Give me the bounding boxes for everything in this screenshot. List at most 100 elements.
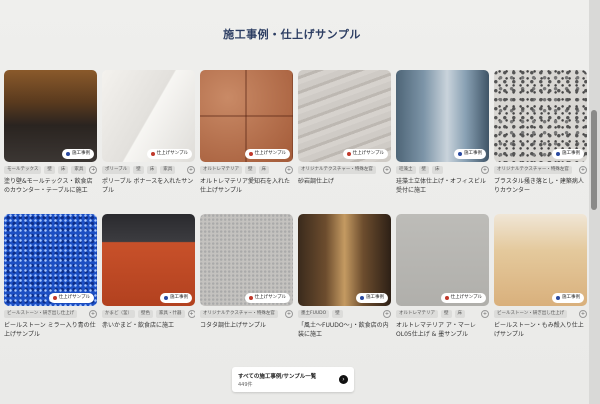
case-thumbnail[interactable]: 仕上げサンプル bbox=[102, 70, 195, 162]
case-thumbnail[interactable]: 仕上げサンプル bbox=[4, 214, 97, 306]
case-caption[interactable]: ビールストーン ミラー入り青の仕上げサンプル bbox=[4, 321, 97, 339]
badge-dot-icon bbox=[150, 152, 155, 156]
page-background bbox=[0, 0, 600, 404]
more-tags-icon[interactable]: + bbox=[579, 310, 587, 318]
case-type-badge: 仕上げサンプル bbox=[244, 293, 290, 303]
more-tags-icon[interactable]: + bbox=[89, 310, 97, 318]
case-card[interactable]: 施工事例ビールストーン・研ぎ出し仕上げ + ビールストーン・もみ殻入り仕上げサンプル bbox=[494, 214, 587, 339]
case-thumbnail[interactable]: 仕上げサンプル bbox=[298, 70, 391, 162]
case-caption[interactable]: 砂岩調仕上げ bbox=[298, 177, 391, 195]
tag[interactable]: 壁 bbox=[133, 166, 144, 174]
more-tags-icon[interactable]: + bbox=[481, 310, 489, 318]
tag[interactable]: 壁色 bbox=[138, 310, 153, 318]
case-type-badge: 仕上げサンプル bbox=[146, 149, 192, 159]
case-card[interactable]: 施工事例墨土FUUDO 壁 + 「風土〜FUUDO〜」・飲食店の内装に施工 bbox=[298, 214, 391, 339]
case-caption[interactable]: オルトレマテリア愛知石を入れた仕上げサンプル bbox=[200, 177, 293, 195]
tag[interactable]: 壁 bbox=[332, 310, 343, 318]
tag[interactable]: 壁 bbox=[245, 166, 256, 174]
case-thumbnail[interactable]: 施工事例 bbox=[4, 70, 97, 162]
tag[interactable]: ポリーブル bbox=[102, 166, 131, 174]
more-tags-icon[interactable]: + bbox=[285, 166, 293, 174]
tag[interactable]: オルトレマテリア bbox=[396, 310, 438, 318]
tag[interactable]: 家具・什器 bbox=[156, 310, 185, 318]
tag[interactable]: 壁 bbox=[418, 166, 429, 174]
case-caption[interactable]: コタタ調仕上げサンプル bbox=[200, 321, 293, 339]
tag[interactable]: 墨土FUUDO bbox=[298, 310, 330, 318]
tag[interactable]: 床 bbox=[57, 166, 69, 174]
case-thumbnail[interactable]: 施工事例 bbox=[298, 214, 391, 306]
tag[interactable]: オリジナルテクスチャー・特殊左官 bbox=[298, 166, 376, 174]
more-tags-icon[interactable]: + bbox=[89, 166, 97, 174]
tag[interactable]: 床 bbox=[432, 166, 443, 174]
tag[interactable]: ビールストーン・研ぎ出し仕上げ bbox=[4, 310, 78, 318]
badge-dot-icon bbox=[360, 296, 364, 300]
case-card[interactable]: 施工事例オリジナルテクスチャー・特殊左官 + ブラスタル掻き落とし・建築病人りカウン… bbox=[494, 70, 587, 195]
badge-label: 仕上げサンプル bbox=[254, 151, 286, 156]
tag[interactable]: 珪藻土 bbox=[396, 166, 416, 174]
tag[interactable]: 床 bbox=[146, 166, 158, 174]
case-type-badge: 施工事例 bbox=[552, 149, 584, 159]
tag[interactable]: オルトレマテリア bbox=[200, 166, 242, 174]
case-caption[interactable]: ブラスタル掻き落とし・建築病人りカウンター bbox=[494, 177, 587, 195]
tag[interactable]: 床 bbox=[258, 166, 269, 174]
case-thumbnail[interactable]: 施工事例 bbox=[494, 214, 587, 306]
badge-dot-icon bbox=[556, 152, 560, 156]
badge-label: 仕上げサンプル bbox=[254, 295, 286, 300]
tag[interactable]: オリジナルテクスチャー・特殊左官 bbox=[494, 166, 572, 174]
tag[interactable]: ビールストーン・研ぎ出し仕上げ bbox=[494, 310, 568, 318]
tag[interactable]: 床 bbox=[454, 310, 465, 318]
badge-dot-icon bbox=[458, 152, 462, 156]
case-type-badge: 仕上げサンプル bbox=[48, 293, 94, 303]
case-caption[interactable]: ポリーブル ボナースを入れたサンプル bbox=[102, 177, 195, 195]
case-caption[interactable]: 塗り壁&モールテックス・飲食店のカウンター・テーブルに施工 bbox=[4, 177, 97, 195]
more-tags-icon[interactable]: + bbox=[187, 166, 195, 174]
case-thumbnail[interactable]: 施工事例 bbox=[102, 214, 195, 306]
case-card[interactable]: 仕上げサンプルビールストーン・研ぎ出し仕上げ + ビールストーン ミラー入り青の仕上… bbox=[4, 214, 97, 339]
case-card[interactable]: 仕上げサンプルオリジナルテクスチャー・特殊左官 + 砂岩調仕上げ bbox=[298, 70, 391, 195]
case-caption[interactable]: ビールストーン・もみ殻入り仕上げサンプル bbox=[494, 321, 587, 339]
tag[interactable]: 家具 bbox=[71, 166, 87, 174]
badge-label: 仕上げサンプル bbox=[156, 151, 188, 156]
case-thumbnail[interactable]: 施工事例 bbox=[494, 70, 587, 162]
badge-dot-icon bbox=[66, 152, 70, 156]
tag-list: かまど（釜） 壁色 家具・什器 + bbox=[102, 310, 195, 318]
case-caption[interactable]: 珪藻土立体仕上げ・オフィスビル受付に施工 bbox=[396, 177, 489, 195]
case-thumbnail[interactable]: 仕上げサンプル bbox=[200, 214, 293, 306]
tag[interactable]: 家具 bbox=[160, 166, 176, 174]
case-type-badge: 施工事例 bbox=[552, 293, 584, 303]
tag[interactable]: 壁 bbox=[44, 166, 55, 174]
tag-list: オルトレマテリア壁床 + bbox=[396, 310, 489, 318]
tag[interactable]: 壁 bbox=[441, 310, 452, 318]
tag-list: モールテックス壁床家具 + bbox=[4, 166, 97, 174]
badge-dot-icon bbox=[248, 296, 253, 300]
badge-label: 施工事例 bbox=[72, 151, 90, 156]
tag[interactable]: オリジナルテクスチャー・特殊左官 bbox=[200, 310, 278, 318]
more-tags-icon[interactable]: + bbox=[383, 166, 391, 174]
tag[interactable]: かまど（釜） bbox=[102, 310, 135, 318]
case-caption[interactable]: オルトレマテリア ア・マーレOL05仕上げ & 墨サンプル bbox=[396, 321, 489, 339]
more-tags-icon[interactable]: + bbox=[383, 310, 391, 318]
badge-label: 施工事例 bbox=[562, 151, 580, 156]
case-card[interactable]: 施工事例モールテックス壁床家具 + 塗り壁&モールテックス・飲食店のカウンター・テー… bbox=[4, 70, 97, 195]
case-thumbnail[interactable]: 施工事例 bbox=[396, 70, 489, 162]
more-tags-icon[interactable]: + bbox=[187, 310, 195, 318]
case-card[interactable]: 仕上げサンプルポリーブル壁床家具 + ポリーブル ボナースを入れたサンプル bbox=[102, 70, 195, 195]
all-cases-button[interactable]: すべての施工事例/サンプル一覧 449件 › bbox=[232, 367, 354, 392]
case-thumbnail[interactable]: 仕上げサンプル bbox=[396, 214, 489, 306]
scrollbar[interactable] bbox=[589, 0, 600, 404]
case-thumbnail[interactable]: 仕上げサンプル bbox=[200, 70, 293, 162]
badge-label: 施工事例 bbox=[170, 295, 188, 300]
tag[interactable]: モールテックス bbox=[4, 166, 42, 174]
case-card[interactable]: 仕上げサンプルオルトレマテリア壁床 + オルトレマテリア ア・マーレOL05仕上げ … bbox=[396, 214, 489, 339]
badge-dot-icon bbox=[346, 152, 351, 156]
case-caption[interactable]: 「風土〜FUUDO〜」・飲食店の内装に施工 bbox=[298, 321, 391, 339]
more-tags-icon[interactable]: + bbox=[579, 166, 587, 174]
scrollbar-thumb[interactable] bbox=[591, 110, 597, 210]
case-card[interactable]: 施工事例かまど（釜） 壁色 家具・什器 + 赤いかまど・飲食店に施工 bbox=[102, 214, 195, 339]
case-card[interactable]: 仕上げサンプルオルトレマテリア壁床 + オルトレマテリア愛知石を入れた仕上げサンプル bbox=[200, 70, 293, 195]
more-tags-icon[interactable]: + bbox=[481, 166, 489, 174]
case-card[interactable]: 施工事例珪藻土壁床 + 珪藻土立体仕上げ・オフィスビル受付に施工 bbox=[396, 70, 489, 195]
case-card[interactable]: 仕上げサンプルオリジナルテクスチャー・特殊左官 + コタタ調仕上げサンプル bbox=[200, 214, 293, 339]
more-tags-icon[interactable]: + bbox=[285, 310, 293, 318]
case-caption[interactable]: 赤いかまど・飲食店に施工 bbox=[102, 321, 195, 339]
